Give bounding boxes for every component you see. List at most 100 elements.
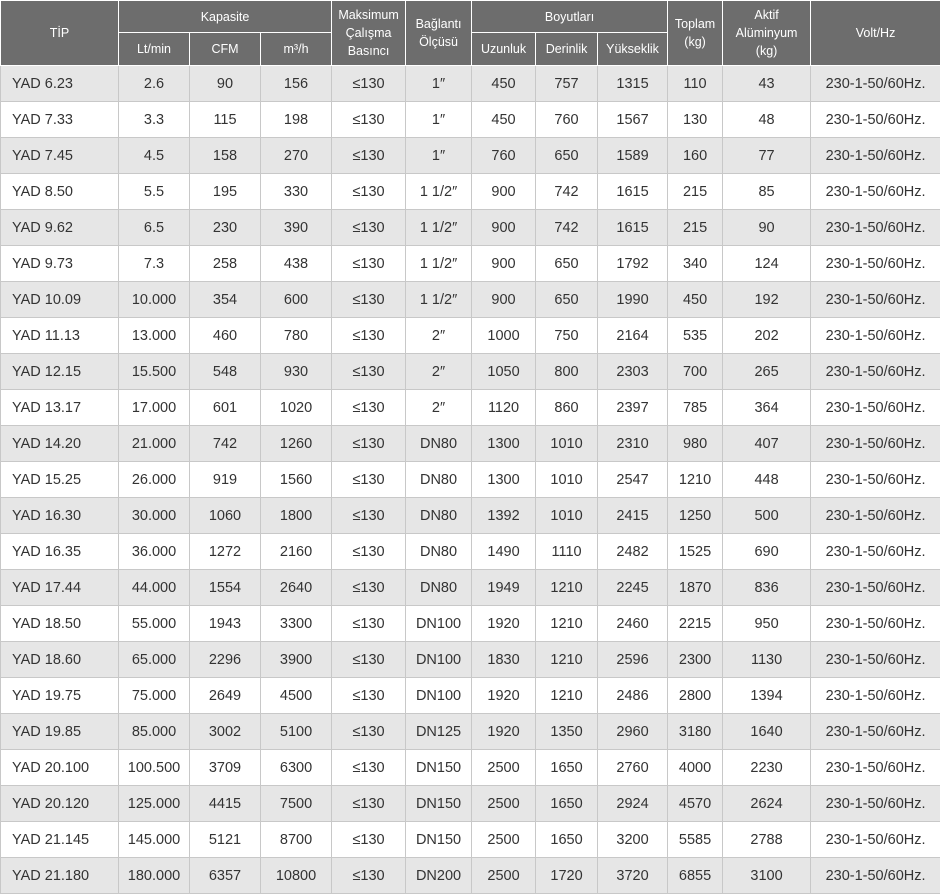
cell-height: 2486: [597, 677, 669, 714]
cell-height: 2415: [597, 497, 669, 534]
cell-total-weight: 130: [667, 101, 724, 138]
cell-length: 2500: [471, 857, 537, 894]
cell-total-weight: 1210: [667, 461, 724, 498]
cell-length: 1392: [471, 497, 537, 534]
cell-cfm: 3002: [189, 713, 261, 750]
cell-connection: 1″: [405, 137, 473, 174]
cell-active-aluminium: 265: [722, 353, 812, 390]
cell-height: 3200: [597, 821, 669, 858]
cell-total-weight: 4000: [667, 749, 724, 786]
table-row: YAD 8.50 5.5 195 330 ≤130 1 1/2″ 900 742 1615 215…: [0, 173, 940, 210]
header-kapasite: Kapasite: [117, 0, 333, 33]
table-row: YAD 11.13 13.000 460 780 ≤130 2″ 1000 750 2164 53…: [0, 317, 940, 354]
cell-connection: DN80: [405, 533, 473, 570]
cell-height: 2482: [597, 533, 669, 570]
cell-max-pressure: ≤130: [331, 533, 407, 570]
table-row: YAD 21.180 180.000 6357 10800 ≤130 DN200 2500 1…: [0, 857, 940, 894]
cell-total-weight: 4570: [667, 785, 724, 822]
cell-tip: YAD 18.60: [0, 641, 119, 678]
cell-connection: DN125: [405, 713, 473, 750]
cell-active-aluminium: 202: [722, 317, 812, 354]
cell-tip: YAD 21.180: [0, 857, 119, 894]
cell-max-pressure: ≤130: [331, 281, 407, 318]
cell-lt-min: 10.000: [118, 281, 190, 318]
cell-depth: 750: [535, 317, 599, 354]
cell-tip: YAD 7.33: [0, 101, 119, 138]
cell-lt-min: 65.000: [118, 641, 190, 678]
cell-depth: 1210: [535, 641, 599, 678]
cell-max-pressure: ≤130: [331, 317, 407, 354]
cell-lt-min: 4.5: [118, 137, 190, 174]
cell-active-aluminium: 77: [722, 137, 812, 174]
cell-active-aluminium: 2788: [722, 821, 812, 858]
cell-tip: YAD 16.30: [0, 497, 119, 534]
cell-lt-min: 30.000: [118, 497, 190, 534]
cell-height: 1315: [597, 65, 669, 102]
table-row: YAD 6.23 2.6 90 156 ≤130 1″ 450 757 1315 110 43 230…: [0, 65, 940, 102]
table-row: YAD 9.73 7.3 258 438 ≤130 1 1/2″ 900 650 1792 340…: [0, 245, 940, 282]
cell-tip: YAD 8.50: [0, 173, 119, 210]
table-row: YAD 18.50 55.000 1943 3300 ≤130 DN100 1920 1210…: [0, 605, 940, 642]
cell-depth: 757: [535, 65, 599, 102]
cell-m3h: 6300: [259, 749, 333, 786]
cell-volt-hz: 230-1-50/60Hz.: [810, 317, 940, 354]
cell-connection: 1 1/2″: [405, 281, 473, 318]
cell-length: 1949: [471, 569, 537, 606]
cell-connection: DN80: [405, 425, 473, 462]
cell-max-pressure: ≤130: [331, 245, 407, 282]
cell-depth: 1210: [535, 569, 599, 606]
cell-height: 2924: [597, 785, 669, 822]
cell-length: 1000: [471, 317, 537, 354]
header-cfm: CFM: [189, 32, 261, 66]
cell-active-aluminium: 124: [722, 245, 812, 282]
cell-m3h: 198: [259, 101, 333, 138]
cell-connection: DN200: [405, 857, 473, 894]
cell-cfm: 1554: [189, 569, 261, 606]
cell-lt-min: 6.5: [118, 209, 190, 246]
cell-cfm: 158: [189, 137, 261, 174]
cell-total-weight: 1250: [667, 497, 724, 534]
cell-active-aluminium: 836: [722, 569, 812, 606]
cell-active-aluminium: 192: [722, 281, 812, 318]
cell-cfm: 258: [189, 245, 261, 282]
cell-length: 1920: [471, 713, 537, 750]
table-row: YAD 16.35 36.000 1272 2160 ≤130 DN80 1490 1110 2…: [0, 533, 940, 570]
cell-lt-min: 100.500: [118, 749, 190, 786]
cell-max-pressure: ≤130: [331, 497, 407, 534]
cell-m3h: 330: [259, 173, 333, 210]
table-row: YAD 10.09 10.000 354 600 ≤130 1 1/2″ 900 650 199…: [0, 281, 940, 318]
cell-length: 1300: [471, 425, 537, 462]
cell-max-pressure: ≤130: [331, 389, 407, 426]
table-row: YAD 14.20 21.000 742 1260 ≤130 DN80 1300 1010 23…: [0, 425, 940, 462]
table-row: YAD 7.45 4.5 158 270 ≤130 1″ 760 650 1589 160 77 23…: [0, 137, 940, 174]
cell-lt-min: 21.000: [118, 425, 190, 462]
cell-length: 2500: [471, 785, 537, 822]
cell-cfm: 2649: [189, 677, 261, 714]
cell-lt-min: 55.000: [118, 605, 190, 642]
table-row: YAD 7.33 3.3 115 198 ≤130 1″ 450 760 1567 130 48 23…: [0, 101, 940, 138]
cell-max-pressure: ≤130: [331, 425, 407, 462]
cell-max-pressure: ≤130: [331, 713, 407, 750]
table-row: YAD 9.62 6.5 230 390 ≤130 1 1/2″ 900 742 1615 215…: [0, 209, 940, 246]
table-row: YAD 17.44 44.000 1554 2640 ≤130 DN80 1949 1210 2…: [0, 569, 940, 606]
cell-volt-hz: 230-1-50/60Hz.: [810, 281, 940, 318]
cell-cfm: 195: [189, 173, 261, 210]
cell-tip: YAD 16.35: [0, 533, 119, 570]
cell-lt-min: 85.000: [118, 713, 190, 750]
cell-connection: 1 1/2″: [405, 209, 473, 246]
cell-volt-hz: 230-1-50/60Hz.: [810, 569, 940, 606]
cell-m3h: 2160: [259, 533, 333, 570]
cell-connection: 1″: [405, 101, 473, 138]
cell-volt-hz: 230-1-50/60Hz.: [810, 749, 940, 786]
cell-m3h: 390: [259, 209, 333, 246]
cell-height: 2397: [597, 389, 669, 426]
cell-depth: 1650: [535, 749, 599, 786]
cell-m3h: 1260: [259, 425, 333, 462]
cell-cfm: 742: [189, 425, 261, 462]
cell-active-aluminium: 950: [722, 605, 812, 642]
cell-tip: YAD 20.100: [0, 749, 119, 786]
cell-tip: YAD 9.62: [0, 209, 119, 246]
cell-cfm: 919: [189, 461, 261, 498]
cell-volt-hz: 230-1-50/60Hz.: [810, 533, 940, 570]
cell-m3h: 1020: [259, 389, 333, 426]
